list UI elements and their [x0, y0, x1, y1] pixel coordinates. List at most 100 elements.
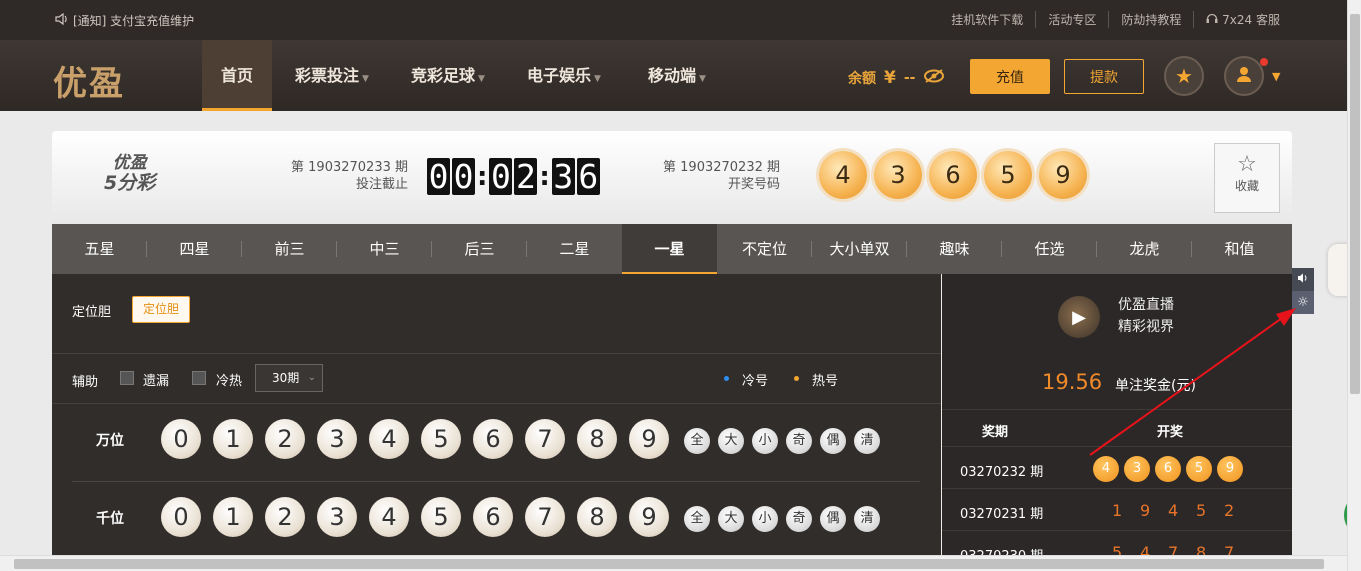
nav-item-casino[interactable]: 电子娱乐 ▼ — [527, 40, 601, 111]
nav-item-lottery[interactable]: 彩票投注 ▼ — [295, 40, 369, 111]
quick-odd-button[interactable]: 奇 — [786, 428, 812, 454]
star-outline-icon: ☆ — [1237, 152, 1257, 177]
digit-ball[interactable]: 6 — [473, 497, 513, 537]
tab-front-3[interactable]: 前三 — [242, 224, 337, 274]
avatar[interactable] — [1224, 56, 1264, 96]
avatar-dropdown-icon[interactable]: ▼ — [1272, 70, 1280, 83]
caret-down-icon: ▼ — [478, 74, 485, 84]
quick-clear-button[interactable]: 清 — [854, 428, 880, 454]
scrollbar-thumb[interactable] — [14, 559, 1324, 569]
digit-ball[interactable]: 8 — [577, 497, 617, 537]
tab-middle-3[interactable]: 中三 — [337, 224, 432, 274]
notice[interactable]: [通知] 支付宝充值维护 — [55, 12, 194, 29]
play-icon[interactable]: ▶ — [1058, 296, 1100, 338]
headset-icon — [1206, 13, 1222, 27]
prize-value: 19.56 — [1042, 370, 1103, 394]
digit-ball[interactable]: 4 — [369, 497, 409, 537]
last-draw-ball: 3 — [874, 151, 922, 199]
quick-even-button[interactable]: 偶 — [820, 428, 846, 454]
tab-4-star[interactable]: 四星 — [147, 224, 242, 274]
quick-even-button[interactable]: 偶 — [820, 506, 846, 532]
top-link-anti-hijack[interactable]: 防劫持教程 — [1108, 11, 1193, 28]
miss-label: 遗漏 — [143, 374, 170, 389]
digit-ball[interactable]: 9 — [629, 497, 669, 537]
position-label: 万位 — [96, 433, 124, 449]
nav-item-football[interactable]: 竞彩足球 ▼ — [411, 40, 485, 111]
top-links: 挂机软件下载 活动专区 防劫持教程 7x24 客服 — [939, 11, 1292, 28]
tab-unpositioned[interactable]: 不定位 — [717, 224, 812, 274]
digit-ball[interactable]: 2 — [265, 497, 305, 537]
digit-ball[interactable]: 3 — [317, 497, 357, 537]
digit-ball[interactable]: 2 — [265, 419, 305, 459]
horizontal-scrollbar[interactable] — [0, 555, 1347, 571]
tab-sum[interactable]: 和值 — [1192, 224, 1287, 274]
col-period: 奖期 — [982, 425, 1009, 440]
brightness-icon[interactable]: ☼ — [1292, 291, 1314, 314]
notification-dot — [1260, 58, 1268, 66]
quick-big-button[interactable]: 大 — [718, 428, 744, 454]
digit-ball[interactable]: 0 — [161, 419, 201, 459]
tab-dragon-tiger[interactable]: 龙虎 — [1097, 224, 1192, 274]
aux-row: 辅助 遗漏 冷热 30期 ⌄ 冷号 热号 — [52, 354, 941, 404]
quick-big-button[interactable]: 大 — [718, 506, 744, 532]
tab-fun[interactable]: 趣味 — [907, 224, 1002, 274]
refresh-eye-icon[interactable] — [923, 68, 945, 88]
tab-back-3[interactable]: 后三 — [432, 224, 527, 274]
hot-cold-checkbox[interactable] — [192, 371, 206, 385]
history-ball: 6 — [1155, 456, 1181, 482]
user-icon — [1235, 64, 1253, 88]
sound-icon[interactable] — [1292, 268, 1314, 291]
history-ball: 9 — [1217, 456, 1243, 482]
quick-all-button[interactable]: 全 — [684, 428, 710, 454]
digit-ball[interactable]: 8 — [577, 419, 617, 459]
tab-size-odd-even[interactable]: 大小单双 — [812, 224, 907, 274]
digit-ball[interactable]: 3 — [317, 419, 357, 459]
favorite-button[interactable]: ☆ 收藏 — [1214, 143, 1280, 213]
caret-down-icon: ▼ — [594, 74, 601, 84]
digit-ball[interactable]: 1 — [213, 497, 253, 537]
scrollbar-thumb[interactable] — [1350, 14, 1360, 394]
digit-ball[interactable]: 6 — [473, 419, 513, 459]
withdraw-button[interactable]: 提款 — [1064, 59, 1144, 94]
quick-all-button[interactable]: 全 — [684, 506, 710, 532]
main-nav: 优盈 首页 彩票投注 ▼ 竞彩足球 ▼ 电子娱乐 ▼ 移动端 ▼ 余额 ¥ -- 充值 … — [0, 40, 1347, 111]
charge-button[interactable]: 充值 — [970, 59, 1050, 94]
chevron-down-icon: ⌄ — [307, 372, 316, 383]
last-issue: 第 1903270232 期 开奖号码 — [663, 160, 780, 192]
miss-checkbox[interactable] — [120, 371, 134, 385]
digit-ball[interactable]: 0 — [161, 497, 201, 537]
digit-ball[interactable]: 5 — [421, 497, 461, 537]
tab-1-star[interactable]: 一星 — [622, 224, 717, 274]
tab-5-star[interactable]: 五星 — [52, 224, 147, 274]
nav-item-mobile[interactable]: 移动端 ▼ — [648, 40, 706, 111]
digit-ball[interactable]: 1 — [213, 419, 253, 459]
quick-odd-button[interactable]: 奇 — [786, 506, 812, 532]
balance-value: -- — [903, 70, 916, 86]
tab-optional[interactable]: 任选 — [1002, 224, 1097, 274]
caret-down-icon: ▼ — [362, 74, 369, 84]
digit-ball[interactable]: 7 — [525, 497, 565, 537]
top-link-support[interactable]: 7x24 客服 — [1193, 11, 1292, 28]
tab-2-star[interactable]: 二星 — [527, 224, 622, 274]
live-stream-text[interactable]: 优盈直播 精彩视界 — [1118, 294, 1174, 338]
favorites-star-button[interactable]: ★ — [1164, 56, 1204, 96]
side-tools: ☼ — [1292, 268, 1314, 314]
digit-ball[interactable]: 7 — [525, 419, 565, 459]
digit-ball[interactable]: 5 — [421, 419, 461, 459]
period-select[interactable]: 30期 ⌄ — [255, 364, 323, 392]
digit-ball[interactable]: 4 — [369, 419, 409, 459]
vertical-scrollbar[interactable] — [1347, 0, 1361, 571]
position-row-thousands: 千位 0 1 2 3 4 5 6 7 8 9 全 大 小 奇 偶 清 — [52, 482, 941, 558]
top-link-download[interactable]: 挂机软件下载 — [939, 11, 1035, 28]
sub-play-button[interactable]: 定位胆 — [132, 296, 190, 323]
history-row: 03270231 期 1 9 4 5 2 — [942, 489, 1292, 531]
top-link-activity[interactable]: 活动专区 — [1035, 11, 1108, 28]
nav-item-home[interactable]: 首页 — [202, 40, 272, 111]
quick-clear-button[interactable]: 清 — [854, 506, 880, 532]
site-logo[interactable]: 优盈 — [53, 56, 125, 105]
quick-small-button[interactable]: 小 — [752, 428, 778, 454]
quick-small-button[interactable]: 小 — [752, 506, 778, 532]
speaker-icon — [55, 12, 69, 28]
digit-ball[interactable]: 9 — [629, 419, 669, 459]
last-draw-ball: 9 — [1039, 151, 1087, 199]
